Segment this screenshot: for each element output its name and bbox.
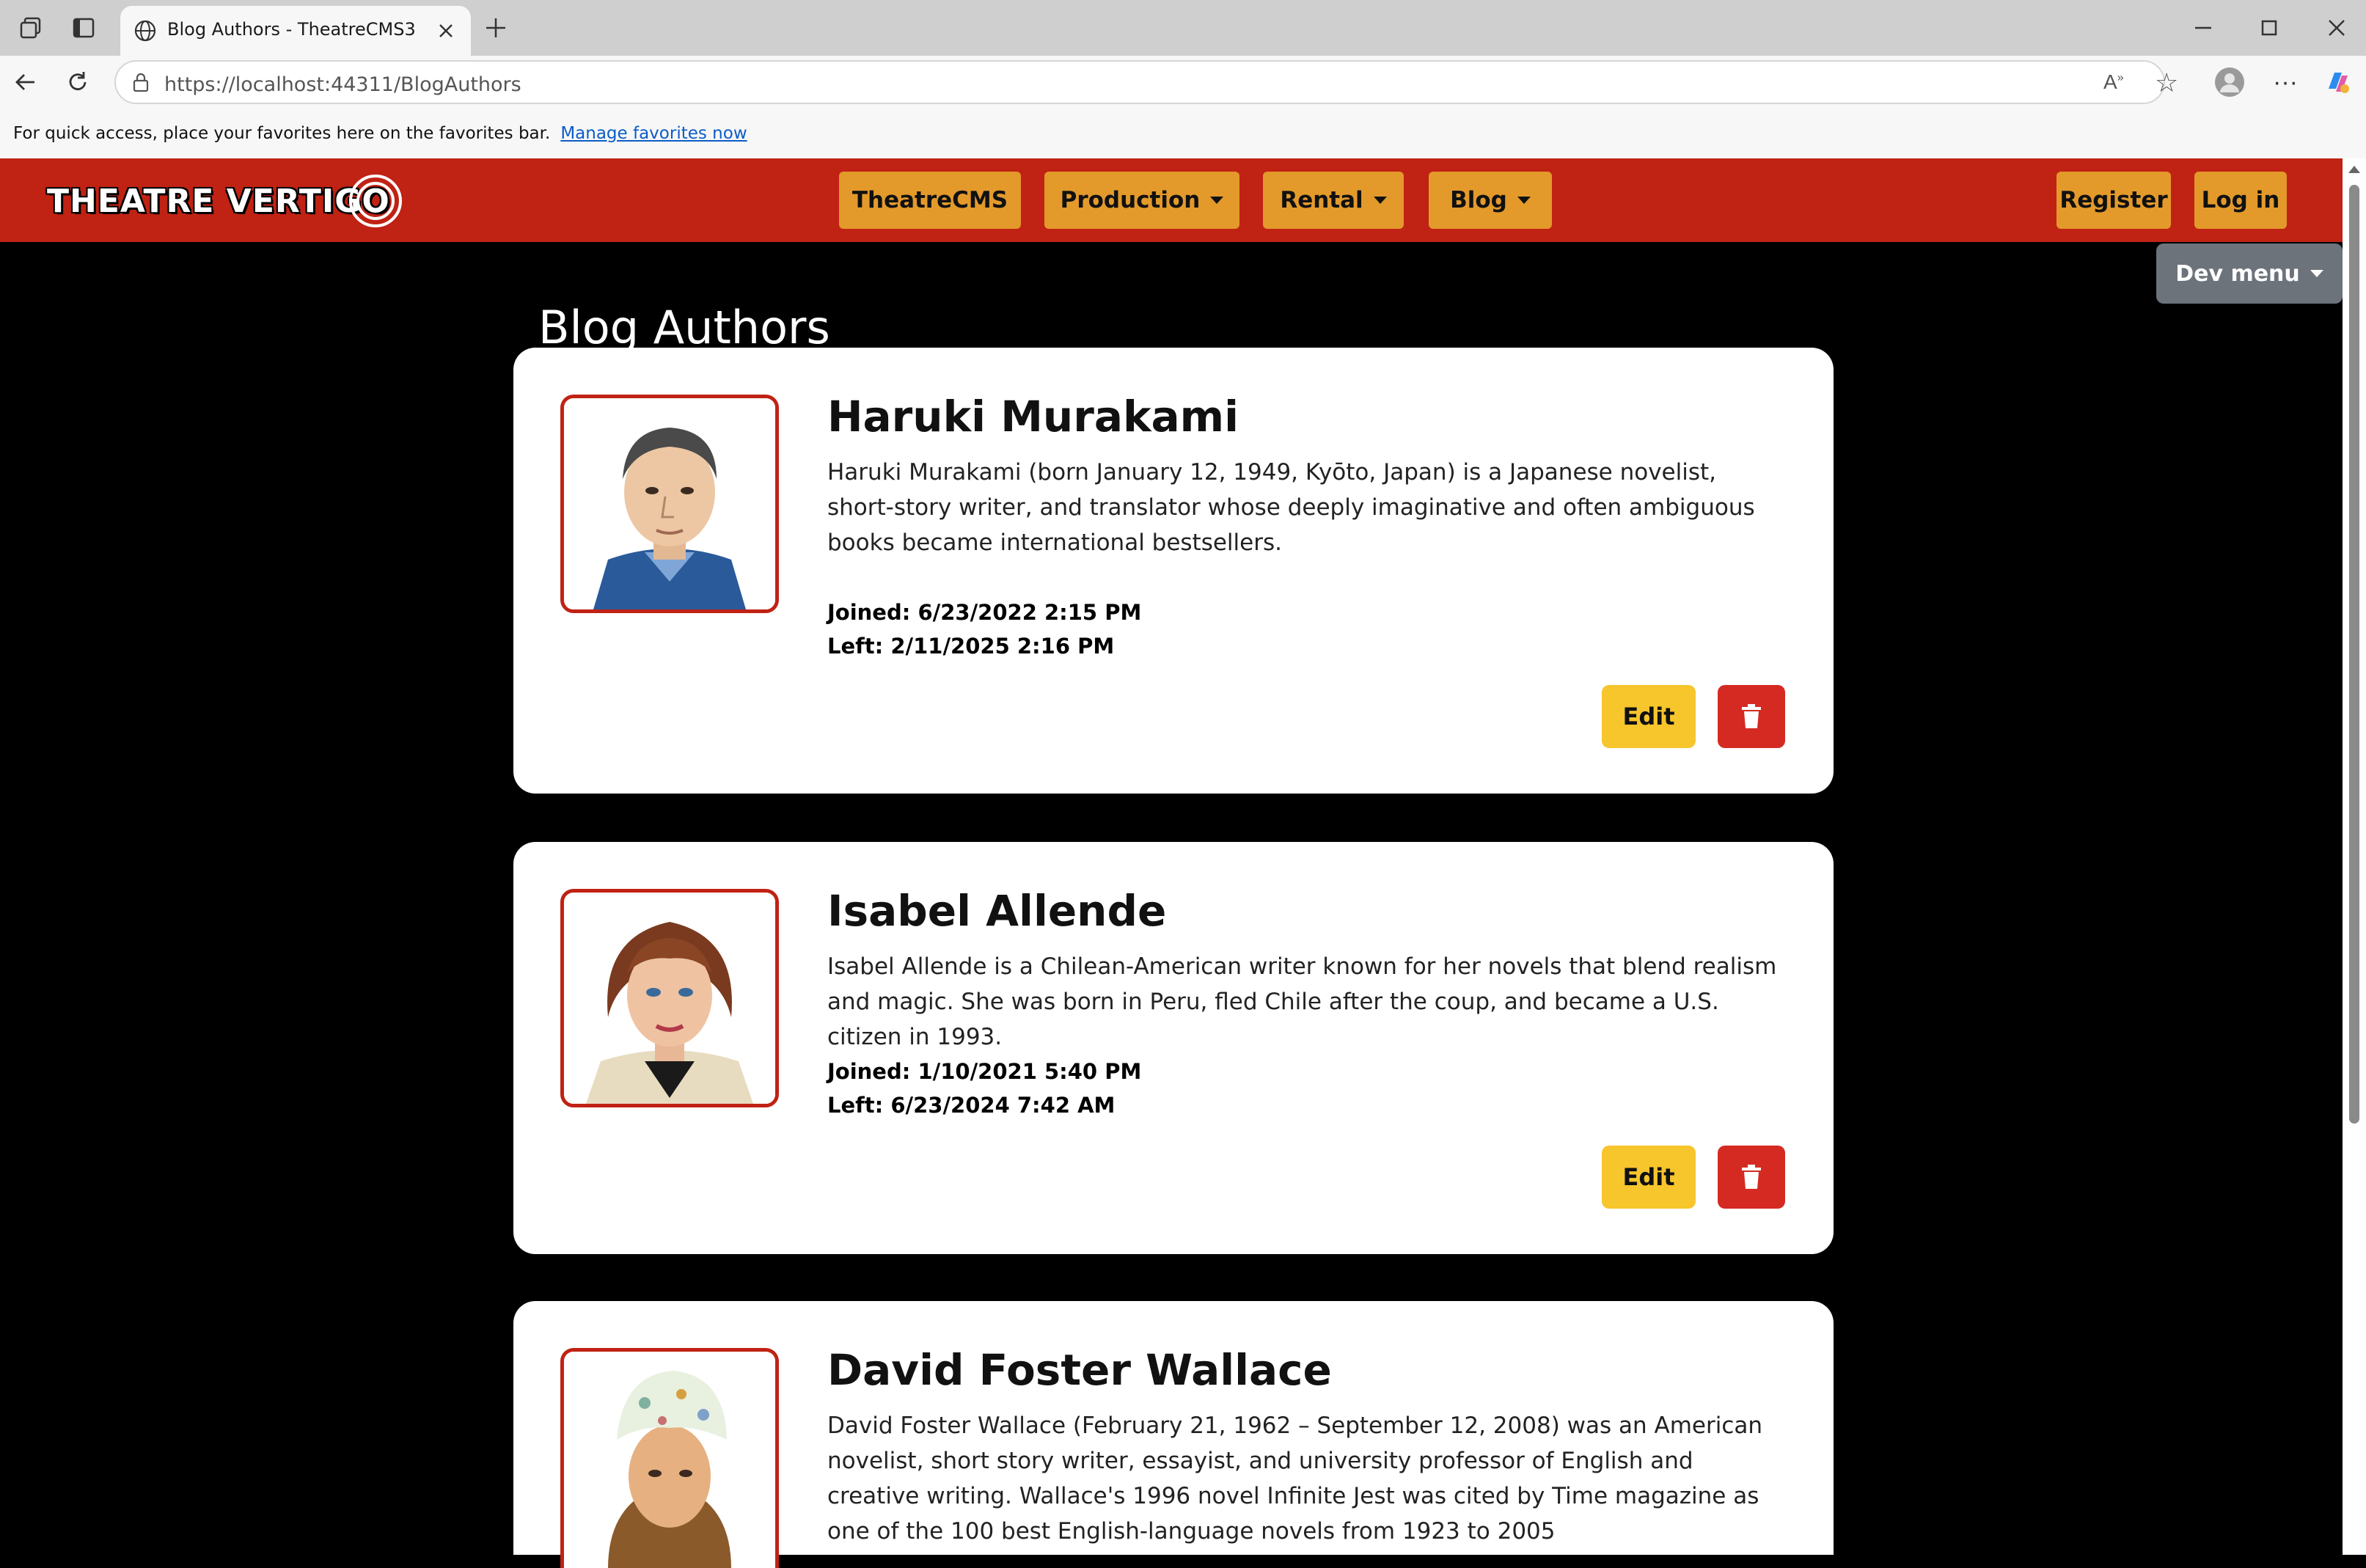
site-info-icon[interactable]: [129, 70, 153, 98]
caret-down-icon: [2310, 270, 2323, 277]
page-scrollbar[interactable]: [2343, 158, 2366, 1555]
read-aloud-icon[interactable]: A»: [2103, 70, 2124, 94]
left-row: Left: 6/23/2024 7:42 AM: [827, 1093, 1116, 1118]
scroll-thumb[interactable]: [2349, 185, 2359, 1124]
left-date: 6/23/2024 7:42 AM: [890, 1093, 1116, 1118]
manage-favorites-link[interactable]: Manage favorites now: [560, 124, 747, 143]
trash-icon: [1742, 704, 1761, 728]
author-dates: Joined: 1/10/2021 5:40 PM Left: 6/23/202…: [827, 1055, 1141, 1122]
nav-production[interactable]: Production: [1044, 172, 1239, 229]
workspaces-icon[interactable]: [16, 15, 45, 41]
theatre-vertigo-logo[interactable]: THEATRE VERTIGO: [47, 172, 405, 230]
nav-theatrecms[interactable]: TheatreCMS: [839, 172, 1021, 229]
joined-row: Joined: 1/10/2021 5:40 PM: [827, 1059, 1142, 1084]
author-dates: Joined: 6/23/2022 2:15 PM Left: 2/11/202…: [827, 596, 1141, 663]
caret-down-icon: [1210, 197, 1224, 204]
author-card: David Foster Wallace David Foster Wallac…: [513, 1301, 1834, 1568]
author-bio: Haruki Murakami (born January 12, 1949, …: [827, 459, 1755, 556]
globe-icon: [133, 19, 157, 46]
author-card: Isabel Allende Isabel Allende is a Chile…: [513, 842, 1834, 1254]
author-portrait: [560, 395, 779, 613]
page-title: Blog Authors: [538, 300, 830, 354]
author-bio: David Foster Wallace (February 21, 1962 …: [827, 1413, 1763, 1545]
close-window-icon[interactable]: [2322, 13, 2351, 43]
favorites-hint: For quick access, place your favorites h…: [13, 124, 551, 143]
site-navbar: THEATRE VERTIGO TheatreCMS Production Re…: [0, 158, 2366, 242]
minimize-icon[interactable]: [2189, 13, 2218, 43]
delete-button[interactable]: [1718, 1146, 1785, 1209]
joined-row: Joined: 6/23/2022 2:15 PM: [827, 600, 1142, 625]
author-name: Isabel Allende: [827, 886, 1167, 936]
left-date: 2/11/2025 2:16 PM: [890, 634, 1115, 659]
author-bio: Isabel Allende is a Chilean-American wri…: [827, 953, 1777, 1050]
edit-button[interactable]: Edit: [1602, 1146, 1696, 1209]
url-field[interactable]: https://localhost:44311/BlogAuthors A» ☆: [114, 60, 2178, 104]
back-icon[interactable]: [10, 67, 40, 97]
login-button[interactable]: Log in: [2194, 172, 2287, 229]
tab-actions-icon[interactable]: [69, 15, 98, 41]
new-tab-icon[interactable]: [481, 13, 510, 43]
delete-button[interactable]: [1718, 685, 1785, 748]
author-portrait: [560, 1348, 779, 1568]
author-name: Haruki Murakami: [827, 392, 1239, 442]
profile-avatar-icon[interactable]: [2213, 66, 2246, 98]
scroll-up-icon[interactable]: [2348, 166, 2360, 173]
copilot-icon[interactable]: [2322, 66, 2354, 98]
address-bar-row: https://localhost:44311/BlogAuthors A» ☆…: [0, 56, 2366, 113]
nav-blog[interactable]: Blog: [1429, 172, 1552, 229]
author-name: David Foster Wallace: [827, 1345, 1332, 1395]
register-button[interactable]: Register: [2056, 172, 2171, 229]
url-text: https://localhost:44311/BlogAuthors: [164, 73, 521, 96]
more-options-icon[interactable]: ···: [2269, 66, 2301, 98]
joined-date: 1/10/2021 5:40 PM: [918, 1059, 1142, 1084]
favorite-star-icon[interactable]: ☆: [2155, 67, 2178, 98]
spiral-logo-icon: [348, 175, 402, 227]
refresh-icon[interactable]: [63, 67, 92, 97]
caret-down-icon: [1517, 197, 1531, 204]
maximize-icon[interactable]: [2255, 13, 2284, 43]
trash-icon: [1742, 1165, 1761, 1189]
favorites-bar: For quick access, place your favorites h…: [0, 113, 2366, 159]
joined-date: 6/23/2022 2:15 PM: [918, 600, 1142, 625]
left-row: Left: 2/11/2025 2:16 PM: [827, 634, 1115, 659]
tab-blog-authors[interactable]: Blog Authors - TheatreCMS3: [120, 6, 471, 56]
tab-title: Blog Authors - TheatreCMS3: [167, 19, 416, 40]
author-portrait: [560, 889, 779, 1107]
close-tab-icon[interactable]: [436, 21, 456, 45]
dev-menu-button[interactable]: Dev menu: [2156, 243, 2343, 304]
caret-down-icon: [1373, 197, 1387, 204]
nav-rental[interactable]: Rental: [1263, 172, 1404, 229]
edit-button[interactable]: Edit: [1602, 685, 1696, 748]
browser-tab-bar: Blog Authors - TheatreCMS3: [0, 0, 2366, 56]
author-card: Haruki Murakami Haruki Murakami (born Ja…: [513, 348, 1834, 794]
